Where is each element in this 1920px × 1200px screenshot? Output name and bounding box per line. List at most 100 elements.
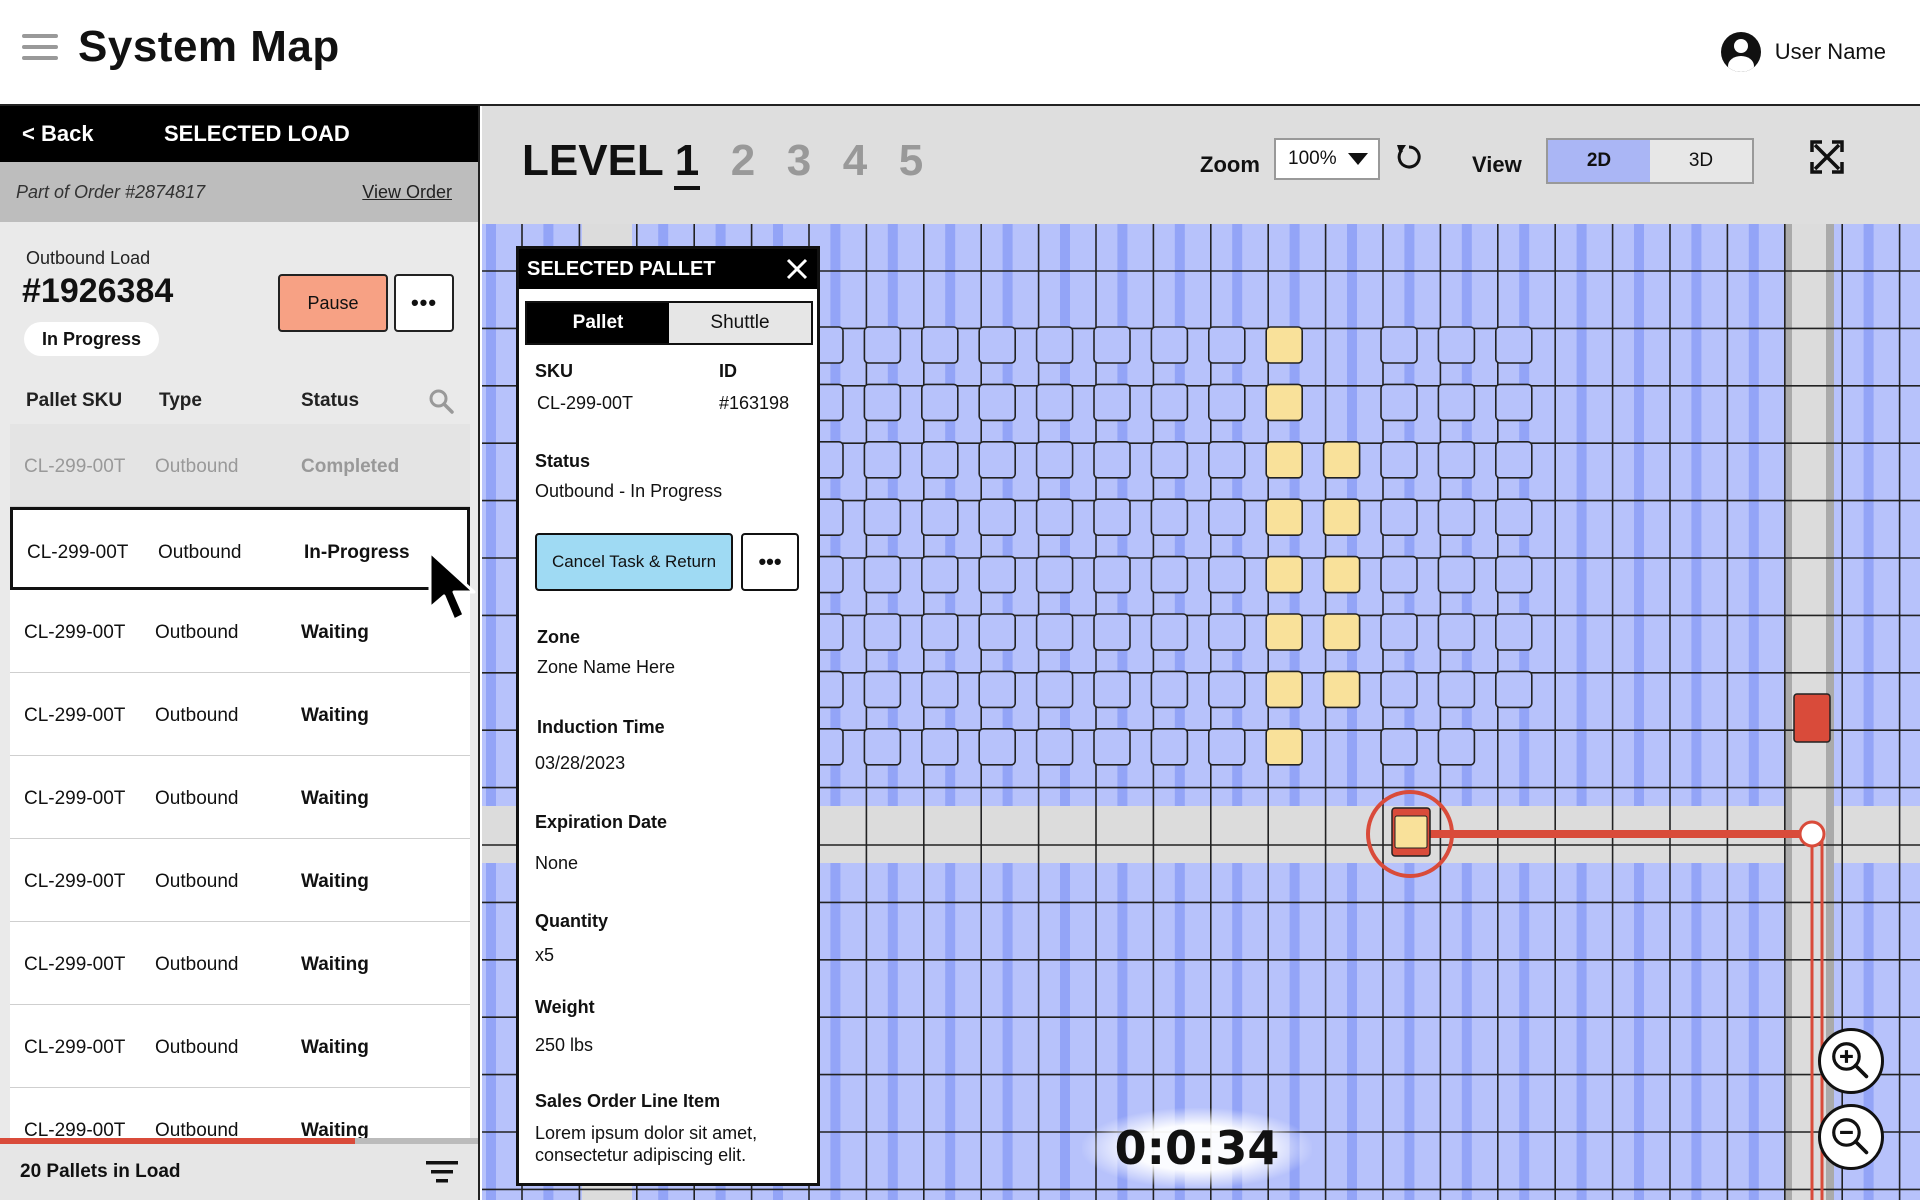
pallet-slot-queued[interactable]	[1265, 670, 1304, 709]
storage-slot[interactable]	[1437, 441, 1476, 479]
close-icon[interactable]	[785, 257, 809, 281]
storage-slot[interactable]	[1093, 498, 1131, 537]
tab-pallet[interactable]: Pallet	[527, 303, 669, 343]
storage-slot[interactable]	[1437, 670, 1476, 709]
storage-slot[interactable]	[1380, 555, 1418, 594]
storage-slot[interactable]	[1207, 498, 1246, 537]
storage-slot[interactable]	[1494, 613, 1533, 651]
storage-slot[interactable]	[1093, 613, 1131, 651]
storage-slot[interactable]	[978, 727, 1017, 766]
storage-slot[interactable]	[863, 555, 902, 594]
storage-slot[interactable]	[978, 555, 1017, 594]
search-icon[interactable]	[428, 388, 454, 414]
level-3-tab[interactable]: 3	[786, 136, 812, 190]
table-row[interactable]: CL-299-00T Outbound Waiting	[10, 590, 470, 673]
storage-slot[interactable]	[1035, 613, 1074, 651]
storage-slot[interactable]	[1093, 383, 1131, 422]
pause-button[interactable]: Pause	[278, 274, 388, 332]
storage-slot[interactable]	[863, 326, 902, 364]
pallet-slot-queued[interactable]	[1265, 498, 1304, 537]
storage-slot[interactable]	[978, 383, 1017, 422]
storage-slot[interactable]	[1207, 727, 1246, 766]
level-5-tab[interactable]: 5	[898, 136, 924, 190]
storage-slot[interactable]	[1207, 383, 1246, 422]
table-row[interactable]: CL-299-00T Outbound Completed	[10, 424, 470, 507]
pallet-slot-queued[interactable]	[1265, 383, 1304, 422]
storage-slot[interactable]	[1494, 670, 1533, 709]
pallet-slot-queued[interactable]	[1265, 441, 1304, 479]
storage-slot[interactable]	[1437, 613, 1476, 651]
storage-slot[interactable]	[1150, 670, 1189, 709]
storage-slot[interactable]	[1494, 326, 1533, 364]
column-header-type[interactable]: Type	[159, 390, 202, 412]
filter-icon[interactable]	[426, 1158, 458, 1186]
storage-slot[interactable]	[863, 498, 902, 537]
storage-slot[interactable]	[1437, 727, 1476, 766]
storage-slot[interactable]	[1150, 498, 1189, 537]
storage-slot[interactable]	[920, 498, 959, 537]
level-1-tab[interactable]: 1	[674, 136, 700, 190]
storage-slot[interactable]	[1035, 326, 1074, 364]
storage-slot[interactable]	[1035, 670, 1074, 709]
storage-slot[interactable]	[1035, 498, 1074, 537]
storage-slot[interactable]	[1494, 441, 1533, 479]
storage-slot[interactable]	[1093, 727, 1131, 766]
storage-slot[interactable]	[1093, 670, 1131, 709]
storage-slot[interactable]	[978, 326, 1017, 364]
storage-slot[interactable]	[1494, 555, 1533, 594]
storage-slot[interactable]	[1207, 613, 1246, 651]
table-row[interactable]: CL-299-00T Outbound Waiting	[10, 1005, 470, 1088]
storage-slot[interactable]	[920, 727, 959, 766]
storage-slot[interactable]	[978, 498, 1017, 537]
storage-slot[interactable]	[1093, 441, 1131, 479]
storage-slot[interactable]	[1035, 727, 1074, 766]
storage-slot[interactable]	[1150, 383, 1189, 422]
user-menu[interactable]: User Name	[1720, 32, 1886, 72]
table-row[interactable]: CL-299-00T Outbound In-Progress	[10, 507, 470, 590]
storage-slot[interactable]	[1437, 383, 1476, 422]
back-button[interactable]: < Back	[22, 121, 142, 147]
storage-slot[interactable]	[1380, 441, 1418, 479]
pallet-more-options-button[interactable]: •••	[741, 533, 799, 591]
storage-slot[interactable]	[1437, 498, 1476, 537]
pallet-slot-queued[interactable]	[1322, 441, 1361, 479]
fullscreen-icon[interactable]	[1810, 140, 1844, 174]
storage-slot[interactable]	[1380, 498, 1418, 537]
storage-slot[interactable]	[1150, 441, 1189, 479]
storage-slot[interactable]	[1035, 555, 1074, 594]
storage-slot[interactable]	[920, 613, 959, 651]
storage-slot[interactable]	[920, 441, 959, 479]
zoom-out-icon[interactable]	[1818, 1104, 1884, 1170]
pallet-slot-queued[interactable]	[1265, 613, 1304, 651]
pallet-slot-queued[interactable]	[1322, 670, 1361, 709]
zoom-in-icon[interactable]	[1818, 1028, 1884, 1094]
table-row[interactable]: CL-299-00T Outbound Waiting	[10, 922, 470, 1005]
storage-slot[interactable]	[1150, 326, 1189, 364]
storage-slot[interactable]	[1035, 383, 1074, 422]
pallet-slot-queued[interactable]	[1265, 326, 1304, 364]
storage-slot[interactable]	[863, 613, 902, 651]
storage-slot[interactable]	[863, 727, 902, 766]
cancel-task-return-button[interactable]: Cancel Task & Return	[535, 533, 733, 591]
storage-slot[interactable]	[1035, 441, 1074, 479]
storage-slot[interactable]	[1437, 326, 1476, 364]
zoom-select[interactable]: 100%	[1274, 138, 1380, 180]
view-order-link[interactable]: View Order	[362, 182, 452, 203]
level-4-tab[interactable]: 4	[842, 136, 868, 190]
storage-slot[interactable]	[1207, 441, 1246, 479]
storage-slot[interactable]	[1380, 613, 1418, 651]
storage-slot[interactable]	[920, 383, 959, 422]
storage-slot[interactable]	[978, 670, 1017, 709]
storage-slot[interactable]	[1380, 670, 1418, 709]
column-header-sku[interactable]: Pallet SKU	[26, 390, 122, 412]
level-2-tab[interactable]: 2	[730, 136, 756, 190]
view-2d-button[interactable]: 2D	[1548, 140, 1650, 182]
selected-pallet[interactable]	[1394, 815, 1428, 849]
storage-slot[interactable]	[920, 326, 959, 364]
storage-slot[interactable]	[978, 613, 1017, 651]
alert-shuttle[interactable]	[1793, 693, 1831, 743]
storage-slot[interactable]	[863, 383, 902, 422]
storage-slot[interactable]	[1380, 326, 1418, 364]
storage-slot[interactable]	[1150, 613, 1189, 651]
storage-slot[interactable]	[1207, 670, 1246, 709]
